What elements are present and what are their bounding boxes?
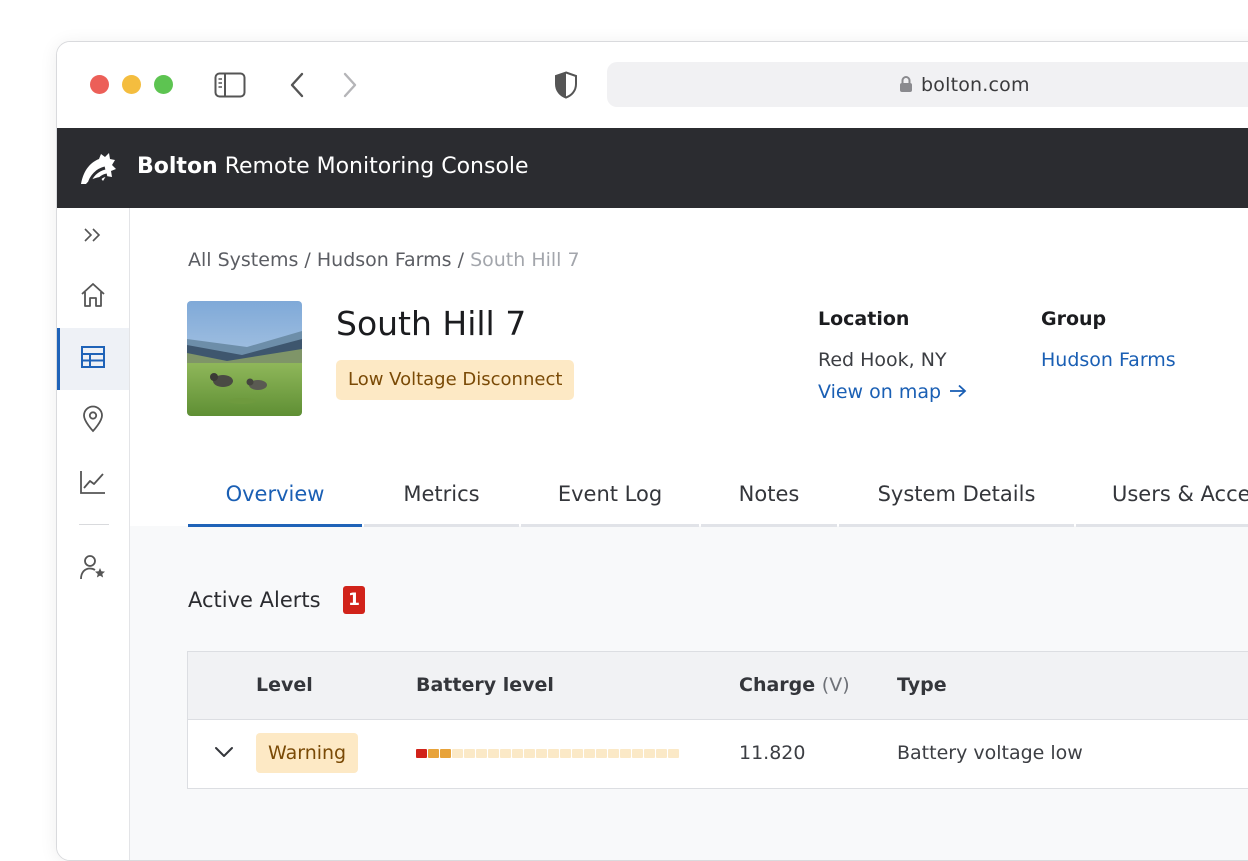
- table-icon: [80, 345, 106, 374]
- sidebar-item-home[interactable]: [57, 266, 129, 328]
- column-charge-label: Charge: [739, 674, 816, 696]
- charge-value: 11.820: [739, 742, 806, 764]
- url-text: bolton.com: [921, 74, 1030, 96]
- location-value: Red Hook, NY: [818, 349, 947, 371]
- sidebar-item-users[interactable]: [57, 538, 129, 600]
- battery-segment: [560, 749, 571, 758]
- expand-icon: [82, 227, 104, 248]
- group-label: Group: [1041, 308, 1107, 330]
- battery-segment: [464, 749, 475, 758]
- battery-segment: [428, 749, 439, 758]
- location-label: Location: [818, 308, 910, 330]
- tab-system-details[interactable]: System Details: [839, 463, 1074, 527]
- column-level[interactable]: Level: [256, 674, 313, 696]
- shield-icon[interactable]: [554, 71, 578, 104]
- tab-notes[interactable]: Notes: [701, 463, 837, 527]
- app-subtitle: Remote Monitoring Console: [224, 154, 529, 179]
- sidebar-item-map[interactable]: [57, 390, 129, 452]
- battery-segment: [440, 749, 451, 758]
- breadcrumb-separator: /: [304, 249, 311, 271]
- chart-icon: [79, 469, 107, 500]
- battery-segment: [512, 749, 523, 758]
- browser-window: bolton.com Bolton Remote Monitoring Cons…: [56, 41, 1248, 861]
- app-brand: Bolton: [137, 154, 218, 179]
- battery-level-bar: [416, 749, 679, 758]
- battery-segment: [656, 749, 667, 758]
- sidebar-expand-button[interactable]: [57, 208, 129, 266]
- battery-segment: [608, 749, 619, 758]
- tab-metrics[interactable]: Metrics: [364, 463, 519, 527]
- back-arrow-icon[interactable]: [289, 72, 305, 103]
- alerts-heading: Active Alerts: [188, 588, 321, 612]
- main-content: All Systems / Hudson Farms / South Hill …: [130, 208, 1248, 860]
- alerts-table: Level Battery level Charge (V) Type Warn…: [187, 651, 1248, 789]
- forward-arrow-icon[interactable]: [342, 72, 358, 103]
- table-row[interactable]: Warning 11.820 Battery voltage low: [188, 720, 1248, 788]
- system-thumbnail: [187, 301, 302, 416]
- battery-segment: [476, 749, 487, 758]
- battery-segment: [524, 749, 535, 758]
- chevron-down-icon[interactable]: [214, 745, 234, 763]
- battery-segment: [584, 749, 595, 758]
- close-window-button[interactable]: [90, 75, 109, 94]
- app-header: Bolton Remote Monitoring Console: [57, 128, 1248, 208]
- breadcrumb-hudson-farms[interactable]: Hudson Farms: [317, 249, 452, 271]
- battery-segment: [548, 749, 559, 758]
- battery-segment: [416, 749, 427, 758]
- column-charge-unit: (V): [821, 674, 850, 696]
- bolton-logo-icon: [79, 150, 117, 191]
- tab-event-log[interactable]: Event Log: [521, 463, 699, 527]
- battery-segment: [500, 749, 511, 758]
- view-on-map-link[interactable]: View on map: [818, 381, 967, 403]
- battery-segment: [632, 749, 643, 758]
- column-battery-level[interactable]: Battery level: [416, 674, 554, 696]
- sidebar-item-analytics[interactable]: [57, 453, 129, 515]
- battery-segment: [620, 749, 631, 758]
- column-charge[interactable]: Charge (V): [739, 674, 850, 696]
- tab-overview[interactable]: Overview: [188, 463, 362, 527]
- minimize-window-button[interactable]: [122, 75, 141, 94]
- home-icon: [79, 281, 107, 314]
- view-on-map-label: View on map: [818, 381, 942, 403]
- lock-icon: [899, 75, 913, 98]
- battery-segment: [488, 749, 499, 758]
- sidebar: [57, 208, 130, 860]
- app-title: Bolton Remote Monitoring Console: [137, 154, 529, 179]
- alert-type: Battery voltage low: [897, 742, 1083, 764]
- battery-segment: [644, 749, 655, 758]
- zoom-window-button[interactable]: [154, 75, 173, 94]
- address-bar[interactable]: bolton.com: [607, 62, 1248, 107]
- battery-segment: [596, 749, 607, 758]
- location-pin-icon: [81, 405, 105, 438]
- battery-segment: [572, 749, 583, 758]
- breadcrumb: All Systems / Hudson Farms / South Hill …: [188, 249, 580, 271]
- tab-bar: Overview Metrics Event Log Notes System …: [130, 463, 1248, 527]
- sidebar-toggle-icon[interactable]: [214, 72, 246, 103]
- user-star-icon: [79, 553, 107, 586]
- breadcrumb-current: South Hill 7: [470, 249, 580, 271]
- breadcrumb-all-systems[interactable]: All Systems: [188, 249, 298, 271]
- system-title: South Hill 7: [336, 304, 527, 343]
- status-badge: Low Voltage Disconnect: [336, 360, 575, 400]
- battery-segment: [452, 749, 463, 758]
- battery-segment: [668, 749, 679, 758]
- level-badge: Warning: [256, 733, 359, 773]
- sidebar-item-systems[interactable]: [57, 328, 129, 390]
- sidebar-divider: [79, 524, 109, 525]
- alert-count-badge: 1: [343, 586, 365, 614]
- breadcrumb-separator: /: [457, 249, 465, 271]
- arrow-right-icon: [949, 381, 967, 403]
- tab-users-access[interactable]: Users & Access: [1076, 463, 1248, 527]
- battery-segment: [536, 749, 547, 758]
- table-header: Level Battery level Charge (V) Type: [188, 652, 1248, 720]
- column-type[interactable]: Type: [897, 674, 947, 696]
- browser-toolbar: bolton.com: [57, 42, 1248, 128]
- group-link[interactable]: Hudson Farms: [1041, 349, 1176, 371]
